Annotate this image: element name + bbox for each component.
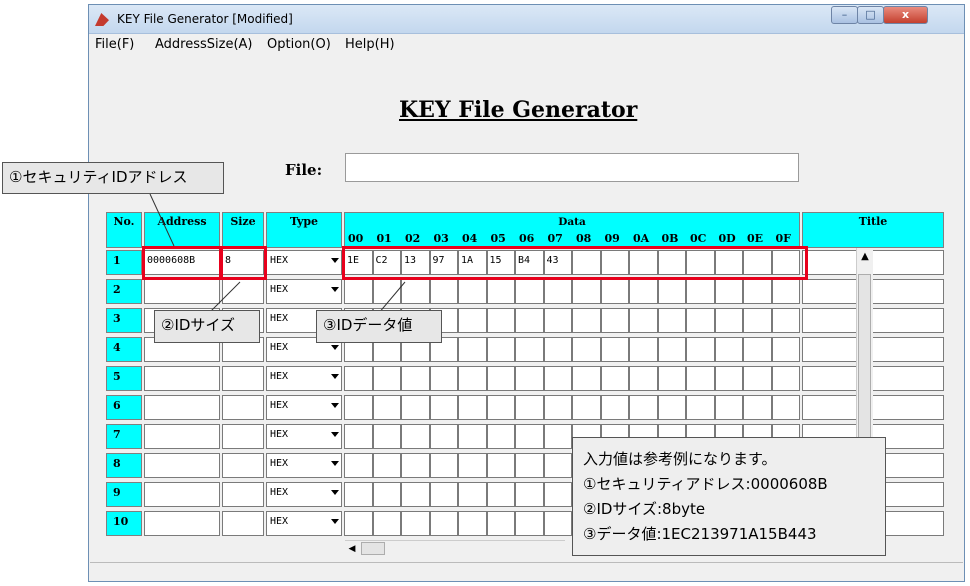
note-line-2: ①セキュリティアドレス:0000608B [583, 475, 828, 493]
callout-size: ②IDサイズ [154, 310, 260, 343]
note-line-1: 入力値は参考例になります。 [583, 450, 777, 468]
callout-address: ①セキュリティIDアドレス [2, 162, 224, 194]
callout-data: ③IDデータ値 [316, 310, 442, 343]
note-line-4: ③データ値:1EC213971A15B443 [583, 525, 817, 543]
note-line-3: ②IDサイズ:8byte [583, 500, 706, 518]
reference-note: 入力値は参考例になります。 ①セキュリティアドレス:0000608B ②IDサイ… [572, 437, 886, 556]
